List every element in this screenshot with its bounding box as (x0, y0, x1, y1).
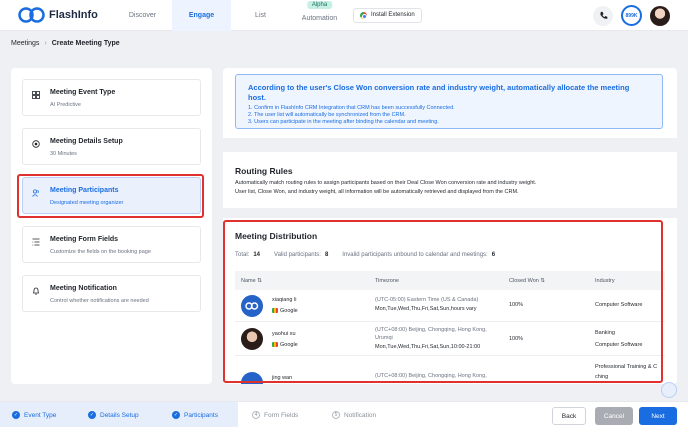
alpha-badge: Alpha (306, 0, 333, 9)
nav-engage[interactable]: Engage (172, 0, 231, 31)
flashinfo-logo-icon (18, 7, 45, 23)
highlight-box-participants (17, 174, 204, 218)
step-subtitle: 30 Minutes (50, 151, 77, 157)
check-icon: ✓ (172, 411, 180, 419)
phone-button[interactable] (593, 5, 613, 26)
bottom-step-details-setup[interactable]: ✓ Details Setup (80, 402, 160, 427)
check-icon: ✓ (88, 411, 96, 419)
routing-rules-title: Routing Rules (235, 166, 293, 176)
step-title: Meeting Form Fields (50, 236, 119, 243)
breadcrumb-separator: › (44, 40, 47, 47)
cancel-button[interactable]: Cancel (595, 407, 633, 425)
brand-name: FlashInfo (49, 9, 98, 21)
step-subtitle: Control whether notifications are needed (50, 298, 149, 304)
routing-description: Automatically match routing rules to ass… (235, 180, 537, 186)
steps-panel: Meeting Event Type AI Predictive Meeting… (11, 68, 212, 384)
info-title: According to the user's Close Won conver… (248, 83, 630, 102)
top-right-actions: 899K (593, 5, 670, 26)
install-extension-label: Install Extension (371, 12, 415, 18)
step-title: Meeting Notification (50, 285, 117, 292)
section-gap (223, 138, 677, 152)
back-button[interactable]: Back (552, 407, 586, 425)
next-button[interactable]: Next (639, 407, 677, 425)
step-number: 5 (332, 411, 340, 419)
info-line: 3. Users can participate in the meeting … (248, 119, 439, 125)
step-meeting-details-setup[interactable]: Meeting Details Setup 30 Minutes (22, 128, 201, 165)
bottom-step-event-type[interactable]: ✓ Event Type (0, 402, 80, 427)
info-line: 1. Confirm in FlashInfo CRM Integration … (248, 105, 455, 111)
step-number: 4 (252, 411, 260, 419)
install-extension-button[interactable]: Install Extension (353, 7, 422, 23)
chrome-icon (360, 11, 367, 19)
main-nav: Discover Engage List Alpha Automation (113, 0, 349, 31)
breadcrumb-meetings[interactable]: Meetings (11, 40, 39, 47)
step-title: Meeting Details Setup (50, 138, 123, 145)
grid-icon (32, 91, 40, 99)
step-title: Meeting Event Type (50, 89, 116, 96)
bottom-step-participants[interactable]: ✓ Participants (160, 402, 238, 427)
brand-logo[interactable]: FlashInfo (18, 7, 113, 23)
bottom-step-label: Details Setup (100, 411, 139, 419)
top-navigation: FlashInfo Discover Engage List Alpha Aut… (0, 0, 688, 31)
step-meeting-event-type[interactable]: Meeting Event Type AI Predictive (22, 79, 201, 116)
info-banner: According to the user's Close Won conver… (235, 74, 663, 129)
bottom-step-label: Form Fields (264, 411, 299, 419)
nav-discover[interactable]: Discover (113, 0, 172, 31)
breadcrumb-current: Create Meeting Type (51, 40, 120, 47)
step-meeting-notification[interactable]: Meeting Notification Control whether not… (22, 275, 201, 312)
check-icon: ✓ (12, 411, 20, 419)
bottom-step-label: Event Type (24, 411, 57, 419)
info-line: 2. The user list will automatically be s… (248, 112, 406, 118)
breadcrumb: Meetings › Create Meeting Type (11, 40, 120, 47)
bottom-step-bar: ✓ Event Type ✓ Details Setup ✓ Participants… (0, 401, 688, 427)
user-avatar[interactable] (650, 5, 670, 26)
highlight-box-distribution (223, 220, 663, 383)
bottom-step-label: Notification (344, 411, 377, 419)
bell-icon (32, 287, 40, 295)
step-meeting-form-fields[interactable]: Meeting Form Fields Customize the fields… (22, 226, 201, 263)
bottom-step-notification[interactable]: 5 Notification (332, 402, 376, 427)
target-icon (32, 140, 40, 148)
nav-list[interactable]: List (231, 0, 290, 31)
step-subtitle: Customize the fields on the booking page (50, 249, 151, 255)
bottom-step-form-fields[interactable]: 4 Form Fields (252, 402, 298, 427)
bottom-step-label: Participants (184, 411, 218, 419)
section-gap (223, 208, 677, 218)
phone-icon (599, 11, 607, 19)
nav-automation-label: Automation (301, 14, 338, 22)
form-icon (32, 238, 40, 246)
credits-button[interactable]: 899K (621, 5, 642, 26)
nav-automation[interactable]: Alpha Automation (290, 0, 349, 31)
routing-description: User list, Close Won, and industry weigh… (235, 189, 519, 195)
step-subtitle: AI Predictive (50, 102, 81, 108)
chat-support-button[interactable] (661, 382, 677, 398)
